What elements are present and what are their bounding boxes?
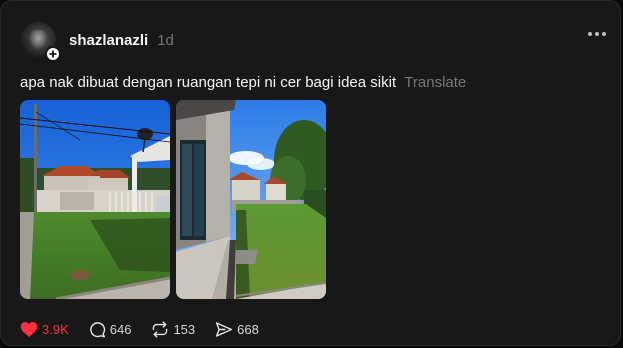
translate-link[interactable]: Translate: [404, 74, 466, 91]
post-card: shazlanazli 1d apa nak dibuat dengan rua…: [0, 0, 621, 346]
comment-count: 646: [109, 321, 132, 337]
like-button[interactable]: 3.9K: [20, 321, 69, 338]
post-caption: apa nak dibuat dengan ruangan tepi ni ce…: [20, 74, 466, 91]
send-icon: [216, 321, 233, 337]
more-options-icon[interactable]: [588, 32, 606, 36]
comment-button[interactable]: 646: [89, 321, 132, 338]
like-count: 3.9K: [42, 321, 69, 337]
share-count: 668: [237, 321, 259, 337]
post-header: shazlanazli 1d: [20, 21, 174, 62]
username[interactable]: shazlanazli: [69, 32, 148, 49]
post-time: 1d: [157, 31, 174, 49]
heart-icon: [20, 321, 38, 337]
post-photo-1[interactable]: [20, 100, 170, 299]
repost-icon: [153, 320, 168, 338]
avatar-container[interactable]: [20, 22, 61, 62]
caption-text: apa nak dibuat dengan ruangan tepi ni ce…: [20, 74, 397, 91]
comment-icon: [89, 321, 105, 337]
repost-button[interactable]: 153: [151, 320, 196, 338]
post-actions: 3.9K 646 153 668: [20, 319, 279, 339]
follow-plus-icon[interactable]: [45, 46, 61, 62]
share-button[interactable]: 668: [215, 321, 259, 338]
repost-count: 153: [173, 321, 196, 337]
post-photo-2[interactable]: [176, 100, 326, 299]
